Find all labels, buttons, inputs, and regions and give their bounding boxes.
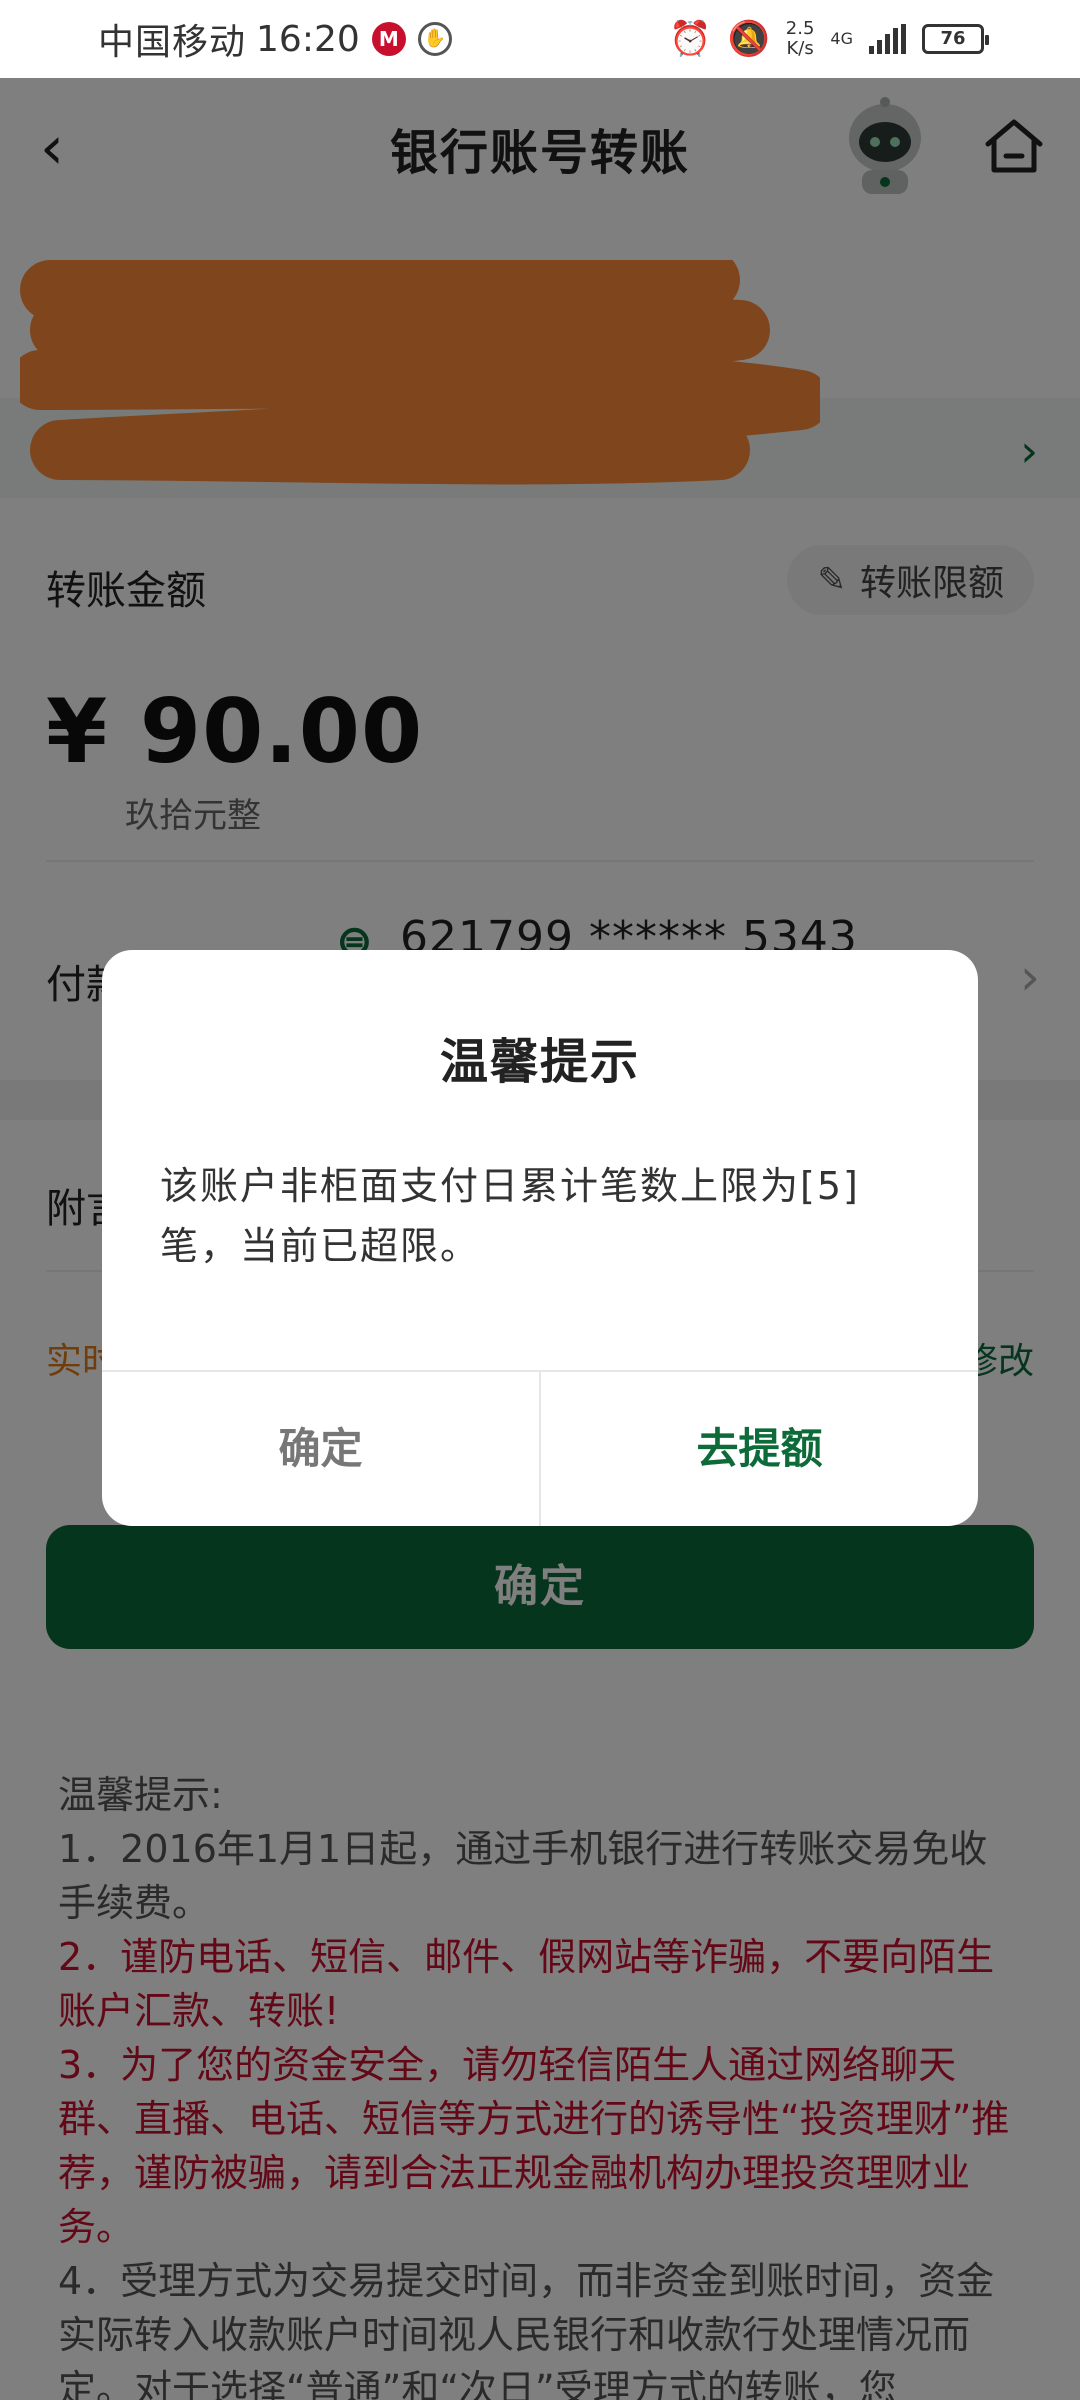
- dialog-raise-limit-button[interactable]: 去提额: [541, 1372, 978, 1526]
- status-time: 16:20: [256, 18, 360, 60]
- network-type: 4G: [830, 29, 853, 48]
- network-speed: 2.5 K/s: [785, 18, 815, 59]
- alert-dialog: 温馨提示 该账户非柜面支付日累计笔数上限为[5]笔，当前已超限。 确定 去提额: [102, 950, 978, 1526]
- hand-notification-icon: ✋: [417, 22, 452, 56]
- status-bar: 中国移动 16:20 M ✋ ⏰ 🔕 2.5 K/s 4G 76: [0, 0, 1080, 78]
- dialog-message: 该账户非柜面支付日累计笔数上限为[5]笔，当前已超限。: [160, 1164, 860, 1268]
- dialog-confirm-button[interactable]: 确定: [102, 1372, 539, 1526]
- signal-icon: [869, 24, 906, 54]
- battery-icon: 76: [922, 24, 989, 54]
- dialog-title: 温馨提示: [439, 1034, 640, 1090]
- mute-bell-icon: 🔕: [727, 19, 770, 59]
- carrier-name: 中国移动: [98, 22, 247, 63]
- alarm-icon: ⏰: [669, 19, 712, 59]
- status-icons: ⏰ 🔕 2.5 K/s 4G 76: [669, 0, 989, 78]
- bank-notification-icon: M: [371, 22, 406, 56]
